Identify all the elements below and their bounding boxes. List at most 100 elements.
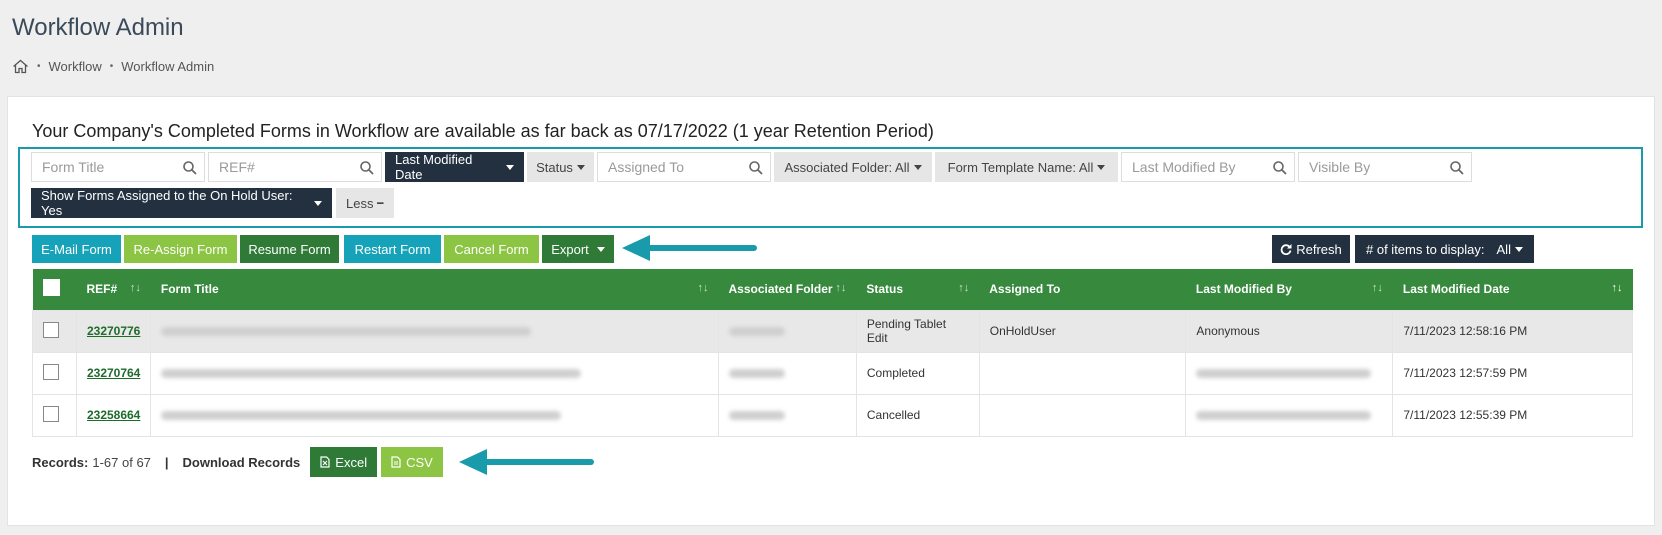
main-card: Your Company's Completed Forms in Workfl…	[7, 96, 1655, 526]
page-title: Workflow Admin	[12, 14, 184, 41]
row-checkbox[interactable]	[43, 405, 59, 422]
caret-down-icon	[506, 164, 514, 170]
status-cell: Completed	[855, 351, 980, 395]
items-to-display-dropdown[interactable]: # of items to display: All	[1355, 235, 1534, 263]
table-row[interactable]: 23270764 Completed 7/11/2023 12:57:59 PM	[32, 351, 1633, 395]
assigned-to-cell: OnHoldUser	[978, 309, 1187, 353]
on-hold-user-label: Show Forms Assigned to the On Hold User:…	[41, 188, 293, 218]
last-modified-by-search-input[interactable]: Last Modified By	[1121, 152, 1295, 182]
col-header-last-modified-by[interactable]: Last Modified By ↑↓	[1185, 269, 1393, 310]
row-select-cell	[32, 351, 77, 395]
associated-folder-dropdown[interactable]: Associated Folder: All	[774, 152, 932, 182]
visible-by-search-input[interactable]: Visible By	[1298, 152, 1472, 182]
last-modified-by-cell	[1185, 393, 1394, 437]
form-title-placeholder: Form Title	[42, 159, 105, 175]
csv-label: CSV	[406, 454, 433, 470]
form-template-name-dropdown[interactable]: Form Template Name: All	[935, 152, 1118, 182]
ref-cell: 23270764	[75, 351, 152, 395]
retention-notice: Your Company's Completed Forms in Workfl…	[32, 121, 934, 141]
caret-down-icon	[1097, 164, 1106, 170]
col-header-associated-folder[interactable]: Associated Folder ↑↓	[718, 269, 857, 310]
ref-link[interactable]: 23270776	[87, 324, 140, 338]
ref-search-input[interactable]: REF#	[208, 152, 382, 182]
items-to-display-value: All	[1496, 241, 1511, 257]
ref-link[interactable]: 23270764	[87, 366, 140, 380]
last-modified-by-cell: Anonymous	[1185, 309, 1394, 353]
col-header-status[interactable]: Status ↑↓	[856, 269, 980, 310]
associated-folder-cell	[718, 393, 857, 437]
download-csv-button[interactable]: CSV	[381, 447, 443, 477]
records-count: 1-67 of 67	[92, 454, 151, 470]
less-filters-button[interactable]: Less	[336, 188, 394, 218]
sort-icon[interactable]: ↑↓	[835, 282, 846, 294]
caret-down-icon	[314, 200, 322, 206]
csv-file-icon	[391, 456, 401, 468]
form-template-name-label: Form Template Name: All	[947, 159, 1094, 175]
export-dropdown[interactable]: Export	[542, 235, 614, 263]
search-icon[interactable]	[1449, 160, 1465, 176]
download-excel-button[interactable]: Excel	[310, 447, 378, 477]
associated-folder-cell	[718, 351, 857, 395]
redacted-form-title	[161, 411, 562, 421]
col-header-form-title[interactable]: Form Title ↑↓	[150, 269, 719, 310]
search-icon[interactable]	[1272, 160, 1288, 176]
col-header-assigned-to[interactable]: Assigned To	[979, 269, 1186, 310]
form-title-search-input[interactable]: Form Title	[31, 152, 205, 182]
caret-down-icon	[576, 164, 585, 170]
last-modified-by-cell	[1185, 351, 1394, 395]
last-modified-date-dropdown[interactable]: Last Modified Date	[385, 152, 524, 182]
caret-down-icon	[596, 246, 605, 252]
row-select-cell	[32, 393, 77, 437]
items-to-display-label: # of items to display:	[1366, 241, 1485, 257]
restart-form-button[interactable]: Restart Form	[344, 235, 441, 263]
email-form-button[interactable]: E-Mail Form	[32, 235, 121, 263]
last-modified-date-label: Last Modified Date	[395, 152, 473, 182]
assigned-to-search-input[interactable]: Assigned To	[597, 152, 771, 182]
refresh-button[interactable]: Refresh	[1272, 235, 1350, 263]
table-row[interactable]: 23270776 Pending Tablet Edit OnHoldUser …	[32, 309, 1633, 353]
assigned-to-cell	[978, 393, 1187, 437]
col-header-last-modified-by-label: Last Modified By	[1195, 282, 1292, 297]
col-header-last-modified-date[interactable]: Last Modified Date ↑↓	[1392, 269, 1633, 310]
sort-icon[interactable]: ↑↓	[1612, 282, 1623, 294]
visible-by-placeholder: Visible By	[1309, 159, 1371, 175]
forms-table: REF# ↑↓ Form Title ↑↓ Associated Folder ↑↓ …	[32, 269, 1633, 437]
col-header-ref[interactable]: REF# ↑↓	[76, 269, 151, 310]
excel-file-icon	[320, 456, 330, 468]
last-modified-date-cell: 7/11/2023 12:58:16 PM	[1392, 309, 1633, 353]
col-header-ref-label: REF#	[86, 282, 118, 297]
search-icon[interactable]	[748, 160, 764, 176]
sort-icon[interactable]: ↑↓	[698, 282, 709, 294]
row-checkbox[interactable]	[43, 321, 59, 338]
row-checkbox[interactable]	[43, 363, 59, 380]
ref-link[interactable]: 23258664	[87, 408, 140, 422]
resume-form-button[interactable]: Resume Form	[240, 235, 339, 263]
redacted-folder	[729, 369, 786, 379]
status-dropdown[interactable]: Status	[527, 152, 594, 182]
breadcrumb-item-workflow[interactable]: Workflow	[49, 59, 102, 74]
redacted-modified-by	[1196, 411, 1372, 421]
col-header-form-title-label: Form Title	[160, 282, 219, 297]
sort-icon[interactable]: ↑↓	[130, 282, 141, 294]
search-icon[interactable]	[182, 160, 198, 176]
select-all-checkbox[interactable]	[42, 279, 60, 297]
table-row[interactable]: 23258664 Cancelled 7/11/2023 12:55:39 PM	[32, 393, 1633, 437]
last-modified-by-placeholder: Last Modified By	[1132, 159, 1236, 175]
on-hold-user-dropdown[interactable]: Show Forms Assigned to the On Hold User:…	[31, 188, 332, 218]
redacted-form-title	[161, 327, 532, 337]
select-all-cell	[32, 269, 77, 310]
sort-icon[interactable]: ↑↓	[958, 282, 969, 294]
cancel-form-button[interactable]: Cancel Form	[444, 235, 539, 263]
sort-icon[interactable]: ↑↓	[1372, 282, 1383, 294]
home-icon[interactable]	[12, 59, 29, 74]
associated-folder-label: Associated Folder: All	[784, 159, 910, 175]
table-header-row: REF# ↑↓ Form Title ↑↓ Associated Folder ↑↓ …	[32, 269, 1633, 310]
search-icon[interactable]	[359, 160, 375, 176]
form-title-cell	[150, 351, 720, 395]
export-label: Export	[551, 241, 589, 257]
assigned-to-placeholder: Assigned To	[608, 159, 685, 175]
status-label: Status	[536, 159, 573, 175]
last-modified-date-cell: 7/11/2023 12:57:59 PM	[1392, 351, 1633, 395]
refresh-label: Refresh	[1296, 241, 1342, 257]
reassign-form-button[interactable]: Re-Assign Form	[124, 235, 237, 263]
